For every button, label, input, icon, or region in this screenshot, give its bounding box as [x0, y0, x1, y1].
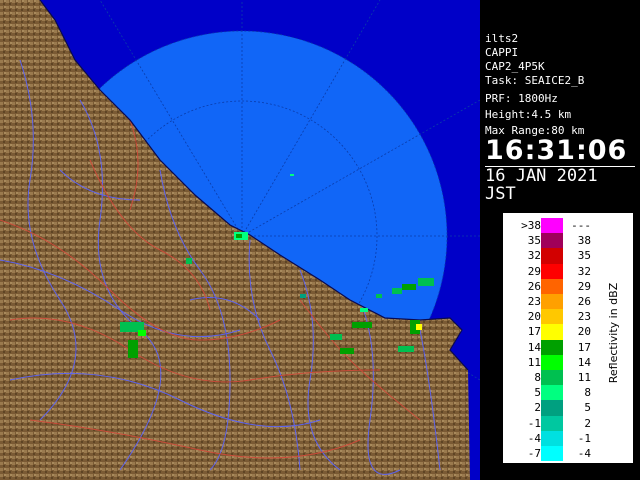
legend-row: -7 -4 — [503, 446, 603, 462]
legend-hi-label: 5 — [584, 401, 591, 415]
legend-lo-label: 23 — [527, 295, 541, 308]
legend-swatch — [541, 385, 563, 401]
legend-row: 58 — [503, 385, 603, 401]
legend-swatch — [541, 218, 563, 234]
legend-row: 29 32 — [503, 263, 603, 279]
legend-row: 17 20 — [503, 324, 603, 340]
legend-lo-label: 17 — [527, 325, 541, 339]
legend-title: Reflectivity in dBZ — [607, 282, 620, 384]
legend-swatch — [541, 233, 563, 249]
legend-lo-label: 32 — [527, 249, 541, 263]
legend-swatch — [541, 415, 563, 431]
legend-swatch — [541, 354, 563, 370]
time-display: 16:31:06 — [485, 135, 628, 166]
legend-row: 20 23 — [503, 309, 603, 325]
legend-hi-label: 11 — [577, 371, 591, 384]
legend-row: 8 11 — [503, 370, 603, 386]
legend-swatch — [541, 278, 563, 294]
height-value: Height:4.5 km — [485, 108, 572, 121]
legend-hi-label: -4 — [577, 447, 591, 460]
legend-row: 35 38 — [503, 233, 603, 249]
legend-swatch — [541, 309, 563, 325]
legend-hi-label: 38 — [577, 234, 591, 248]
info-panel: ilts2 CAPPI CAP2_4P5K Task: SEAICE2_B PR… — [480, 28, 640, 203]
legend-lo-label: -4 — [527, 431, 541, 445]
legend-row: -1 2 — [503, 415, 603, 431]
legend-hi-label: 8 — [584, 386, 591, 400]
legend-row: 26 29 — [503, 278, 603, 294]
date-display: 16 JAN 2021 JST — [485, 166, 635, 203]
prf-value: PRF: 1800Hz — [485, 92, 558, 105]
legend-row: 23 26 — [503, 294, 603, 310]
legend-row: 14 17 — [503, 339, 603, 355]
legend-hi-label: 35 — [577, 249, 591, 263]
legend-swatch — [541, 400, 563, 416]
legend-row: 25 — [503, 400, 603, 416]
legend-hi-label: --- — [571, 219, 591, 232]
legend-swatch — [541, 263, 563, 279]
site-name: ilts2 — [485, 32, 519, 45]
legend-hi-label: -1 — [577, 431, 591, 445]
legend-lo-label: 2 — [534, 401, 541, 415]
legend-hi-label: 17 — [577, 340, 591, 354]
legend-lo-label: 35 — [527, 234, 541, 248]
legend-swatch — [541, 430, 563, 446]
legend-hi-label: 29 — [577, 279, 591, 293]
legend-swatch — [541, 339, 563, 355]
product-name: CAP2_4P5K — [485, 60, 545, 73]
legend-hi-label: 20 — [577, 325, 591, 339]
radar-map — [0, 0, 480, 480]
legend-lo-label: 20 — [527, 310, 541, 324]
legend-hi-label: 14 — [577, 355, 591, 369]
legend-lo-label: 26 — [527, 279, 541, 293]
legend-lo-label: 29 — [527, 264, 541, 278]
legend-lo-label: >38 — [521, 219, 541, 232]
legend-swatch — [541, 324, 563, 340]
legend-row: 11 14 — [503, 354, 603, 370]
legend-swatch — [541, 294, 563, 310]
legend-hi-label: 32 — [577, 264, 591, 278]
product-type: CAPPI — [485, 46, 519, 59]
legend-swatch — [541, 446, 563, 462]
legend-swatch — [541, 248, 563, 264]
legend-lo-label: 11 — [527, 355, 541, 369]
legend-hi-label: 2 — [584, 416, 591, 430]
legend-lo-label: -1 — [527, 416, 541, 430]
task-name: Task: SEAICE2_B — [485, 74, 585, 87]
legend-row: >38 --- — [503, 218, 603, 234]
legend-lo-label: 8 — [534, 371, 541, 384]
legend-hi-label: 23 — [577, 310, 591, 324]
legend-row: -4 -1 — [503, 430, 603, 446]
legend-lo-label: 5 — [534, 386, 541, 400]
legend-hi-label: 26 — [577, 295, 591, 308]
color-legend: >38 --- 35 38 32 35 29 32 26 29 23 26 20 23 17 20 14 17 11… — [502, 212, 634, 464]
legend-lo-label: -7 — [527, 447, 541, 460]
legend-row: 32 35 — [503, 248, 603, 264]
legend-swatch — [541, 370, 563, 386]
legend-lo-label: 14 — [527, 340, 541, 354]
